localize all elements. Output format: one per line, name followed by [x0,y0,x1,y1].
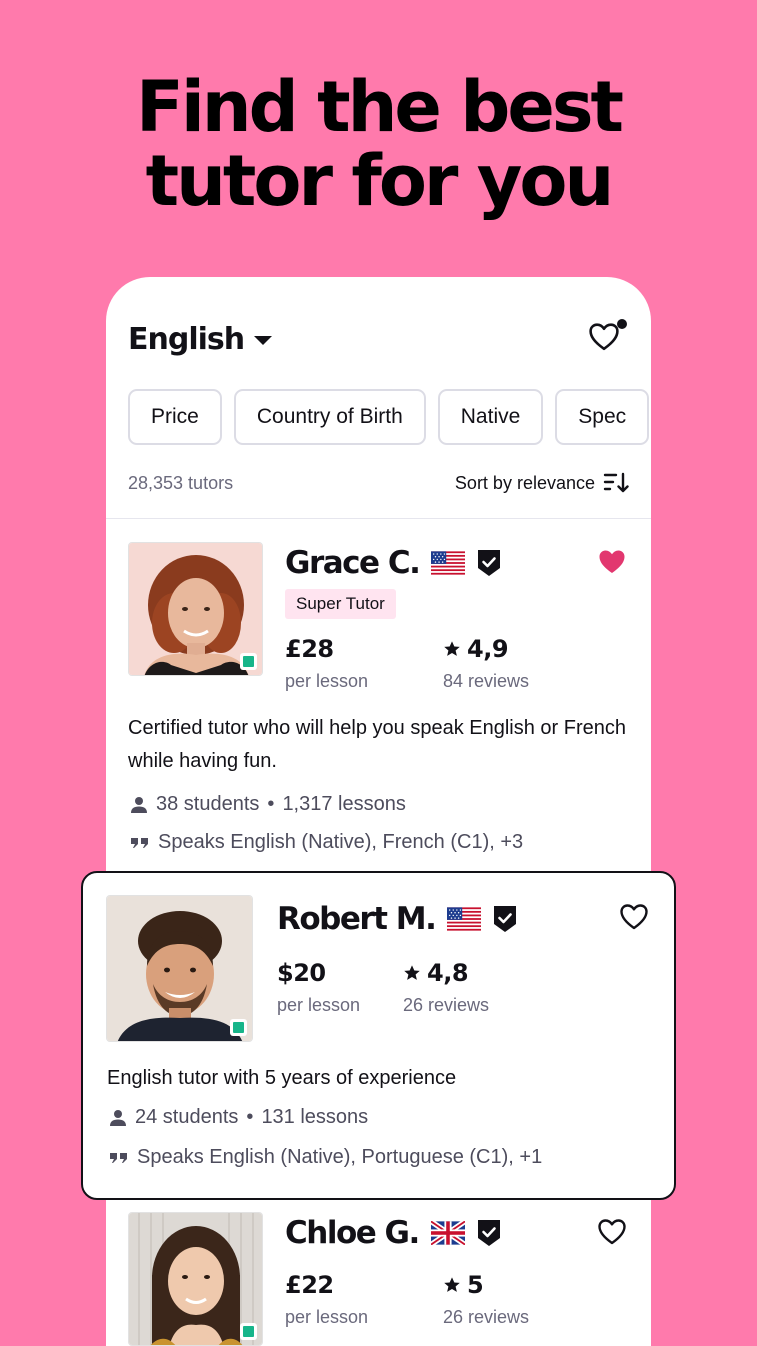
favorite-button[interactable] [598,1219,626,1250]
rating-value: 5 [467,1271,484,1299]
results-meta: 28,353 tutors Sort by relevance [128,471,629,495]
tutor-name-row: Robert M. [277,901,517,937]
us-flag-icon [431,551,465,575]
tutor-photo[interactable] [106,895,253,1042]
headline: Find the best tutor for you [0,70,757,218]
students-lessons: 24 students • 131 lessons [109,1106,368,1129]
super-tutor-badge: Super Tutor [285,589,396,619]
heart-outline-icon [620,904,648,930]
divider [106,518,651,519]
students-count: 38 students [156,793,260,815]
students-lessons: 38 students • 1,317 lessons [130,793,406,816]
language-label: English [128,321,245,357]
verified-badge-icon [477,1219,501,1247]
languages-line: Speaks English (Native), Portuguese (C1)… [109,1146,542,1169]
us-flag-icon [447,907,481,931]
language-select[interactable]: English [128,321,273,357]
price-unit: per lesson [285,671,369,691]
online-indicator [240,1323,257,1340]
online-indicator [240,653,257,670]
verified-badge-icon [477,549,501,577]
filter-country-of-birth[interactable]: Country of Birth [233,389,426,445]
favorites-button[interactable] [589,319,629,359]
rating-stat: 4,9 84 reviews [443,635,529,692]
tutor-name[interactable]: Chloe G. [285,1215,420,1251]
heart-outline-icon [598,1219,626,1245]
filter-bar: Price Country of Birth Native Spec [128,389,650,445]
rating-value-row: 5 [443,1271,529,1299]
tutor-description: English tutor with 5 years of experience [107,1067,457,1089]
rating-value: 4,9 [467,635,509,663]
price-unit: per lesson [277,995,361,1015]
lessons-count: 1,317 lessons [282,793,406,815]
reviews-count: 84 reviews [443,671,530,691]
price-stat: £22 per lesson [285,1271,368,1328]
online-indicator [230,1019,247,1036]
reviews-count: 26 reviews [443,1307,530,1327]
languages-line: Speaks English (Native), French (C1), +3 [130,831,523,854]
price-value: £22 [285,1271,334,1299]
tutor-photo[interactable] [128,542,263,676]
tutor-card-chloe[interactable]: Chloe G. £22 per lesson 5 26 reviews [106,277,651,1346]
star-icon [443,1276,461,1294]
reviews-count: 26 reviews [403,995,490,1015]
top-bar: English [128,317,629,361]
price-value: £28 [285,635,334,663]
tutor-photo[interactable] [128,1212,263,1346]
languages-spoken: Speaks English (Native), Portuguese (C1)… [137,1146,543,1168]
headline-line-1: Find the best [136,66,624,148]
tutor-name[interactable]: Grace C. [285,545,421,581]
sort-icon [603,472,629,493]
heart-outline-icon [589,323,619,351]
price-unit: per lesson [285,1307,369,1327]
filter-specialties[interactable]: Spec [555,389,650,445]
languages-spoken: Speaks English (Native), French (C1), +3 [158,831,524,853]
separator-dot: • [267,793,275,815]
rating-value-row: 4,9 [443,635,529,663]
sort-label: Sort by relevance [454,472,595,493]
filter-native[interactable]: Native [437,389,544,445]
heart-filled-icon [598,549,626,575]
verified-badge-icon [493,905,517,933]
notification-dot [617,319,627,329]
person-icon [130,796,148,814]
rating-stat: 4,8 26 reviews [403,959,489,1016]
uk-flag-icon [431,1221,465,1245]
sort-button[interactable]: Sort by relevance [455,471,629,495]
rating-value-row: 4,8 [403,959,489,987]
price-value: $20 [277,959,326,987]
rating-value: 4,8 [427,959,469,987]
tutor-name-row: Grace C. [285,545,501,581]
price-stat: £28 per lesson [285,635,368,692]
tutor-name-row: Chloe G. [285,1215,501,1251]
tutor-description: Certified tutor who will help you speak … [128,717,627,772]
lessons-count: 131 lessons [261,1106,369,1128]
person-icon [109,1109,127,1127]
tutor-name[interactable]: Robert M. [277,901,437,937]
star-icon [403,964,421,982]
favorite-button[interactable] [598,549,626,580]
students-count: 24 students [135,1106,239,1128]
separator-dot: • [246,1106,254,1128]
rating-stat: 5 26 reviews [443,1271,529,1328]
favorite-button[interactable] [620,904,648,935]
filter-price[interactable]: Price [128,389,222,445]
price-stat: $20 per lesson [277,959,360,1016]
tutor-card-robert[interactable]: Robert M. $20 per lesson 4,8 26 reviews … [81,871,676,1200]
speech-icon [130,836,150,850]
caret-down-icon [254,336,273,345]
star-icon [443,640,461,658]
speech-icon [109,1151,129,1165]
headline-line-2: tutor for you [145,140,615,222]
tutor-count: 28,353 tutors [128,472,234,493]
